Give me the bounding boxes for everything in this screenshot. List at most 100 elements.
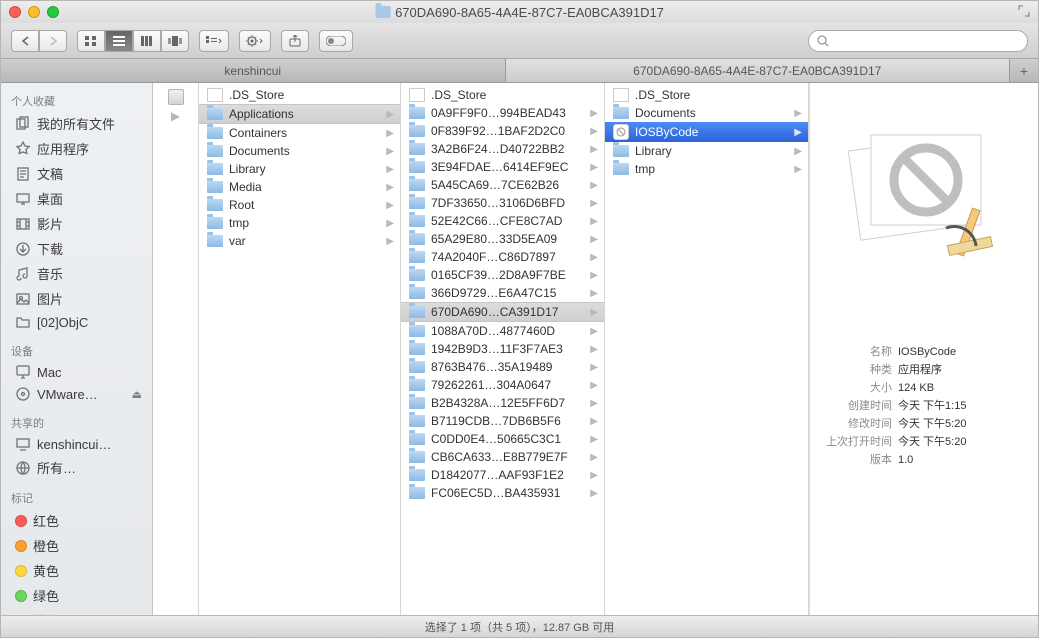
back-button[interactable] [11, 30, 39, 52]
folder-icon [207, 127, 223, 139]
list-item[interactable]: tmp▶ [605, 160, 808, 178]
sidebar-item[interactable]: 影片 [1, 211, 152, 236]
finder-window: 670DA690-8A65-4A4E-87C7-EA0BCA391D17 [0, 0, 1039, 638]
list-item[interactable]: var▶ [199, 232, 400, 250]
list-item[interactable]: 74A2040F…C86D7897▶ [401, 248, 604, 266]
column-view-button[interactable] [133, 30, 161, 52]
search-field[interactable] [808, 30, 1028, 52]
chevron-right-icon: ▶ [386, 236, 394, 247]
tag-dot-icon [15, 515, 27, 527]
sidebar-item[interactable]: 音乐 [1, 261, 152, 286]
sidebar-item[interactable]: VMware…⏏ [1, 383, 152, 405]
folder-icon [409, 287, 425, 299]
tab-bar: kenshincui 670DA690-8A65-4A4E-87C7-EA0BC… [1, 59, 1038, 83]
list-item[interactable]: 670DA690…CA391D17▶ [401, 302, 604, 322]
list-item[interactable]: .DS_Store [605, 86, 808, 104]
list-item[interactable]: Media▶ [199, 178, 400, 196]
list-item[interactable]: IOSByCode▶ [605, 122, 808, 142]
sidebar-item[interactable]: 蓝色 [1, 608, 152, 615]
list-item[interactable]: CB6CA633…E8B779E7F▶ [401, 448, 604, 466]
list-item[interactable]: tmp▶ [199, 214, 400, 232]
sidebar-item[interactable]: 文稿 [1, 161, 152, 186]
chevron-right-icon: ▶ [590, 108, 598, 119]
list-item[interactable]: 366D9729…E6A47C15▶ [401, 284, 604, 302]
list-item[interactable]: Documents▶ [199, 142, 400, 160]
fullscreen-icon[interactable] [1018, 5, 1030, 20]
list-item[interactable]: 65A29E80…33D5EA09▶ [401, 230, 604, 248]
list-item[interactable]: 52E42C66…CFE8C7AD▶ [401, 212, 604, 230]
sidebar-item[interactable]: 所有… [1, 455, 152, 480]
preview-info-row: 名称IOSByCode [818, 343, 1023, 361]
forward-button[interactable] [39, 30, 67, 52]
app-icon [613, 124, 629, 140]
eject-icon[interactable]: ⏏ [132, 388, 142, 401]
new-tab-button[interactable]: + [1010, 59, 1038, 82]
item-name: CB6CA633…E8B779E7F [431, 450, 596, 464]
sidebar-item[interactable]: 橙色 [1, 533, 152, 558]
list-item[interactable]: Root▶ [199, 196, 400, 214]
list-view-button[interactable] [105, 30, 133, 52]
sidebar-item[interactable]: 我的所有文件 [1, 111, 152, 136]
list-item[interactable]: B2B4328A…12E5FF6D7▶ [401, 394, 604, 412]
arrange-button[interactable] [199, 30, 229, 52]
close-button[interactable] [9, 6, 21, 18]
documents-icon [15, 166, 31, 182]
coverflow-view-button[interactable] [161, 30, 189, 52]
item-name: 3E94FDAE…6414EF9EC [431, 160, 596, 174]
chevron-right-icon: ▶ [794, 164, 802, 175]
imac-icon [15, 364, 31, 380]
list-item[interactable]: .DS_Store [401, 86, 604, 104]
list-item[interactable]: D1842077…AAF93F1E2▶ [401, 466, 604, 484]
disk-icon[interactable] [168, 89, 184, 105]
sidebar-item[interactable]: [02]ObjC [1, 311, 152, 333]
list-item[interactable]: C0DD0E4…50665C3C1▶ [401, 430, 604, 448]
list-item[interactable]: 1088A70D…4877460D▶ [401, 322, 604, 340]
list-item[interactable]: 0165CF39…2D8A9F7BE▶ [401, 266, 604, 284]
minimize-button[interactable] [28, 6, 40, 18]
sidebar-item[interactable]: 红色 [1, 508, 152, 533]
sidebar-item[interactable]: 黄色 [1, 558, 152, 583]
chevron-right-icon: ▶ [171, 109, 180, 123]
item-name: .DS_Store [635, 88, 800, 102]
preview-label: 创建时间 [818, 397, 898, 415]
tab-kenshincui[interactable]: kenshincui [1, 59, 506, 82]
list-item[interactable]: Containers▶ [199, 124, 400, 142]
sidebar-item[interactable]: 桌面 [1, 186, 152, 211]
list-item[interactable]: 1942B9D3…11F3F7AE3▶ [401, 340, 604, 358]
chevron-right-icon: ▶ [590, 362, 598, 373]
sidebar-item[interactable]: 下载 [1, 236, 152, 261]
list-item[interactable]: FC06EC5D…BA435931▶ [401, 484, 604, 502]
item-name: 366D9729…E6A47C15 [431, 286, 596, 300]
share-button[interactable] [281, 30, 309, 52]
list-item[interactable]: 79262261…304A0647▶ [401, 376, 604, 394]
list-item[interactable]: 7DF33650…3106D6BFD▶ [401, 194, 604, 212]
sidebar-item[interactable]: 应用程序 [1, 136, 152, 161]
tab-current[interactable]: 670DA690-8A65-4A4E-87C7-EA0BCA391D17 [506, 59, 1011, 82]
list-item[interactable]: Applications▶ [199, 104, 400, 124]
sidebar-item[interactable]: 绿色 [1, 583, 152, 608]
list-item[interactable]: .DS_Store [199, 86, 400, 104]
sidebar-item[interactable]: 图片 [1, 286, 152, 311]
column-3: .DS_Store Documents▶IOSByCode▶Library▶tmp… [605, 83, 809, 615]
list-item[interactable]: 0A9FF9F0…994BEAD43▶ [401, 104, 604, 122]
list-item[interactable]: 8763B476…35A19489▶ [401, 358, 604, 376]
list-item[interactable]: B7119CDB…7DB6B5F6▶ [401, 412, 604, 430]
tags-button[interactable] [319, 30, 353, 52]
zoom-button[interactable] [47, 6, 59, 18]
list-item[interactable]: 0F839F92…1BAF2D2C0▶ [401, 122, 604, 140]
item-name: 670DA690…CA391D17 [431, 305, 596, 319]
list-item[interactable]: 3A2B6F24…D40722BB2▶ [401, 140, 604, 158]
list-item[interactable]: Library▶ [199, 160, 400, 178]
sidebar-item[interactable]: kenshincui… [1, 433, 152, 455]
action-button[interactable] [239, 30, 271, 52]
chevron-right-icon: ▶ [590, 180, 598, 191]
sidebar-item[interactable]: Mac [1, 361, 152, 383]
icon-view-button[interactable] [77, 30, 105, 52]
list-item[interactable]: 5A45CA69…7CE62B26▶ [401, 176, 604, 194]
list-item[interactable]: Library▶ [605, 142, 808, 160]
file-icon [613, 88, 629, 102]
list-item[interactable]: 3E94FDAE…6414EF9EC▶ [401, 158, 604, 176]
list-item[interactable]: Documents▶ [605, 104, 808, 122]
column-2: .DS_Store0A9FF9F0…994BEAD43▶0F839F92…1BA… [401, 83, 605, 615]
item-name: 52E42C66…CFE8C7AD [431, 214, 596, 228]
